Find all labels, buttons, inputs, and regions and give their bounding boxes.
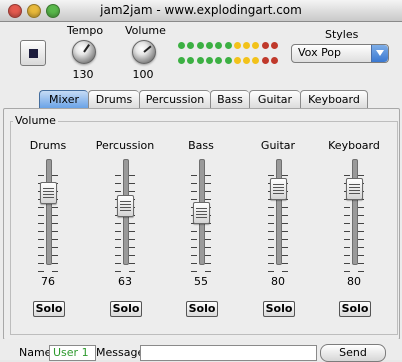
tab-bass[interactable]: Bass: [210, 90, 249, 109]
solo-button[interactable]: Solo: [186, 301, 218, 317]
channel-name: Keyboard: [328, 139, 380, 152]
meter-led: [205, 57, 213, 64]
name-label: Name: [19, 346, 52, 359]
tempo-label: Tempo: [67, 24, 104, 37]
solo-button[interactable]: Solo: [33, 301, 65, 317]
volume-slider-thumb[interactable]: [40, 182, 57, 204]
meter-led: [261, 57, 269, 64]
name-field[interactable]: User 1: [49, 345, 96, 361]
meter-led: [196, 42, 204, 49]
volume-slider-thumb[interactable]: [193, 202, 210, 224]
volume-group-title: Volume: [13, 114, 58, 127]
volume-knob[interactable]: [132, 40, 156, 64]
meter-led: [178, 42, 185, 49]
slider-ticks: [115, 175, 135, 272]
channel-name: Guitar: [260, 139, 296, 152]
title-bar: jam2jam - www.explodingart.com: [0, 0, 402, 22]
meter-led: [178, 57, 185, 64]
volume-slider-thumb[interactable]: [346, 178, 363, 200]
message-field[interactable]: [140, 345, 317, 361]
channel-value: 55: [194, 275, 208, 288]
solo-button[interactable]: Solo: [110, 301, 142, 317]
meter-led: [233, 42, 241, 49]
channel-name: Percussion: [95, 139, 155, 152]
volume-label: Volume: [125, 24, 166, 37]
channel-value: 63: [118, 275, 132, 288]
styles-selected: Vox Pop: [298, 46, 342, 59]
channel-value: 76: [41, 275, 55, 288]
stop-button[interactable]: [20, 40, 46, 66]
chevron-down-icon: [371, 45, 388, 62]
meter-led: [243, 42, 251, 49]
volume-value: 100: [132, 68, 154, 81]
styles-dropdown[interactable]: Vox Pop: [291, 44, 389, 63]
meter-led: [215, 57, 223, 64]
meter-led: [261, 42, 269, 49]
send-button[interactable]: Send: [320, 344, 386, 362]
meter-led: [224, 42, 232, 49]
stop-icon: [29, 49, 38, 58]
meter-led: [215, 42, 223, 49]
meter-led: [271, 57, 278, 64]
meter-led: [224, 57, 232, 64]
meter-led: [243, 57, 251, 64]
meter-led: [187, 42, 195, 49]
meter-led: [252, 42, 260, 49]
channel-name: Drums: [29, 139, 67, 152]
tab-drums[interactable]: Drums: [88, 90, 139, 109]
tab-guitar[interactable]: Guitar: [249, 90, 300, 109]
tab-mixer[interactable]: Mixer: [39, 90, 88, 109]
app-window: jam2jam - www.explodingart.com Tempo 130…: [0, 0, 402, 362]
meter-led: [233, 57, 241, 64]
volume-slider-thumb[interactable]: [270, 178, 287, 200]
window-title: jam2jam - www.explodingart.com: [100, 3, 302, 17]
solo-button[interactable]: Solo: [263, 301, 295, 317]
channel-value: 80: [347, 275, 361, 288]
tab-bar: Mixer Drums Percussion Bass Guitar Keybo…: [39, 90, 368, 109]
tab-keyboard[interactable]: Keyboard: [300, 90, 368, 109]
meter-led: [196, 57, 204, 64]
meter-led: [252, 57, 260, 64]
tempo-value: 130: [72, 68, 94, 81]
styles-label: Styles: [325, 28, 359, 41]
channel-name: Bass: [188, 139, 214, 152]
tab-percussion[interactable]: Percussion: [139, 90, 210, 109]
message-label: Message: [96, 346, 145, 359]
solo-button[interactable]: Solo: [339, 301, 371, 317]
tempo-knob[interactable]: [72, 40, 96, 64]
volume-slider-thumb[interactable]: [117, 195, 134, 217]
meter-led: [205, 42, 213, 49]
channel-value: 80: [271, 275, 285, 288]
meter-led: [187, 57, 195, 64]
meter-led: [271, 42, 278, 49]
